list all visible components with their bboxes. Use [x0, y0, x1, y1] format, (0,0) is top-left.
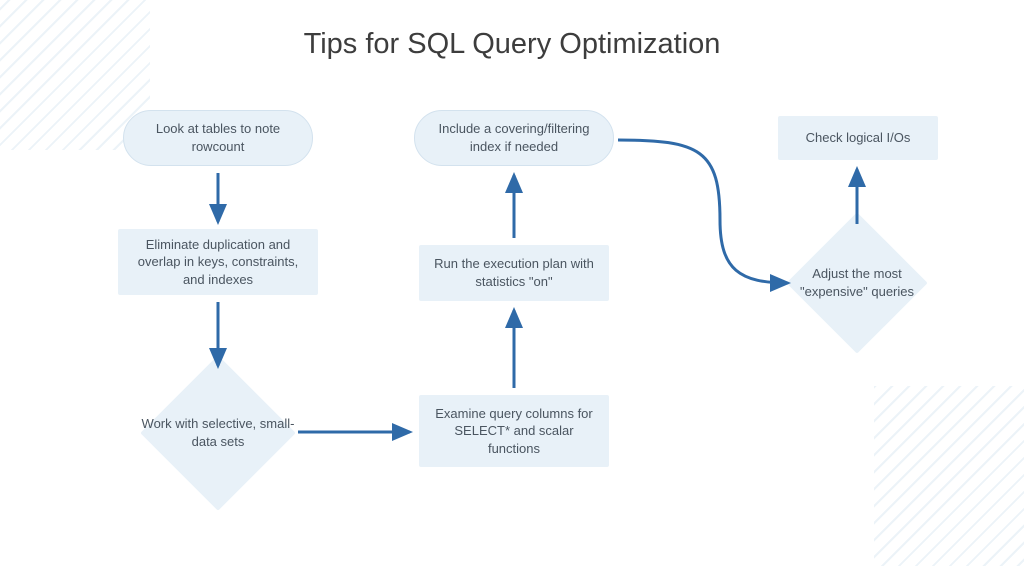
- node-label: Eliminate duplication and overlap in key…: [132, 236, 304, 289]
- page-title: Tips for SQL Query Optimization: [0, 28, 1024, 61]
- node-label: Adjust the most "expensive" queries: [783, 265, 931, 300]
- arrow-n6-n7: [618, 140, 788, 283]
- node-label: Work with selective, small-data sets: [139, 415, 297, 450]
- node-label: Include a covering/filtering index if ne…: [429, 120, 599, 155]
- node-selective-sets: Work with selective, small-data sets: [163, 378, 273, 488]
- node-label: Look at tables to note rowcount: [138, 120, 298, 155]
- node-adjust-expensive: Adjust the most "expensive" queries: [807, 233, 907, 333]
- bg-decor-bottom-right: [874, 386, 1024, 566]
- node-examine-columns: Examine query columns for SELECT* and sc…: [419, 395, 609, 467]
- node-check-logical-io: Check logical I/Os: [778, 116, 938, 160]
- node-label: Check logical I/Os: [806, 129, 911, 147]
- node-run-execution-plan: Run the execution plan with statistics "…: [419, 245, 609, 301]
- node-rowcount: Look at tables to note rowcount: [123, 110, 313, 166]
- node-label: Examine query columns for SELECT* and sc…: [433, 405, 595, 458]
- node-eliminate-duplication: Eliminate duplication and overlap in key…: [118, 229, 318, 295]
- node-covering-index: Include a covering/filtering index if ne…: [414, 110, 614, 166]
- node-label: Run the execution plan with statistics "…: [433, 255, 595, 290]
